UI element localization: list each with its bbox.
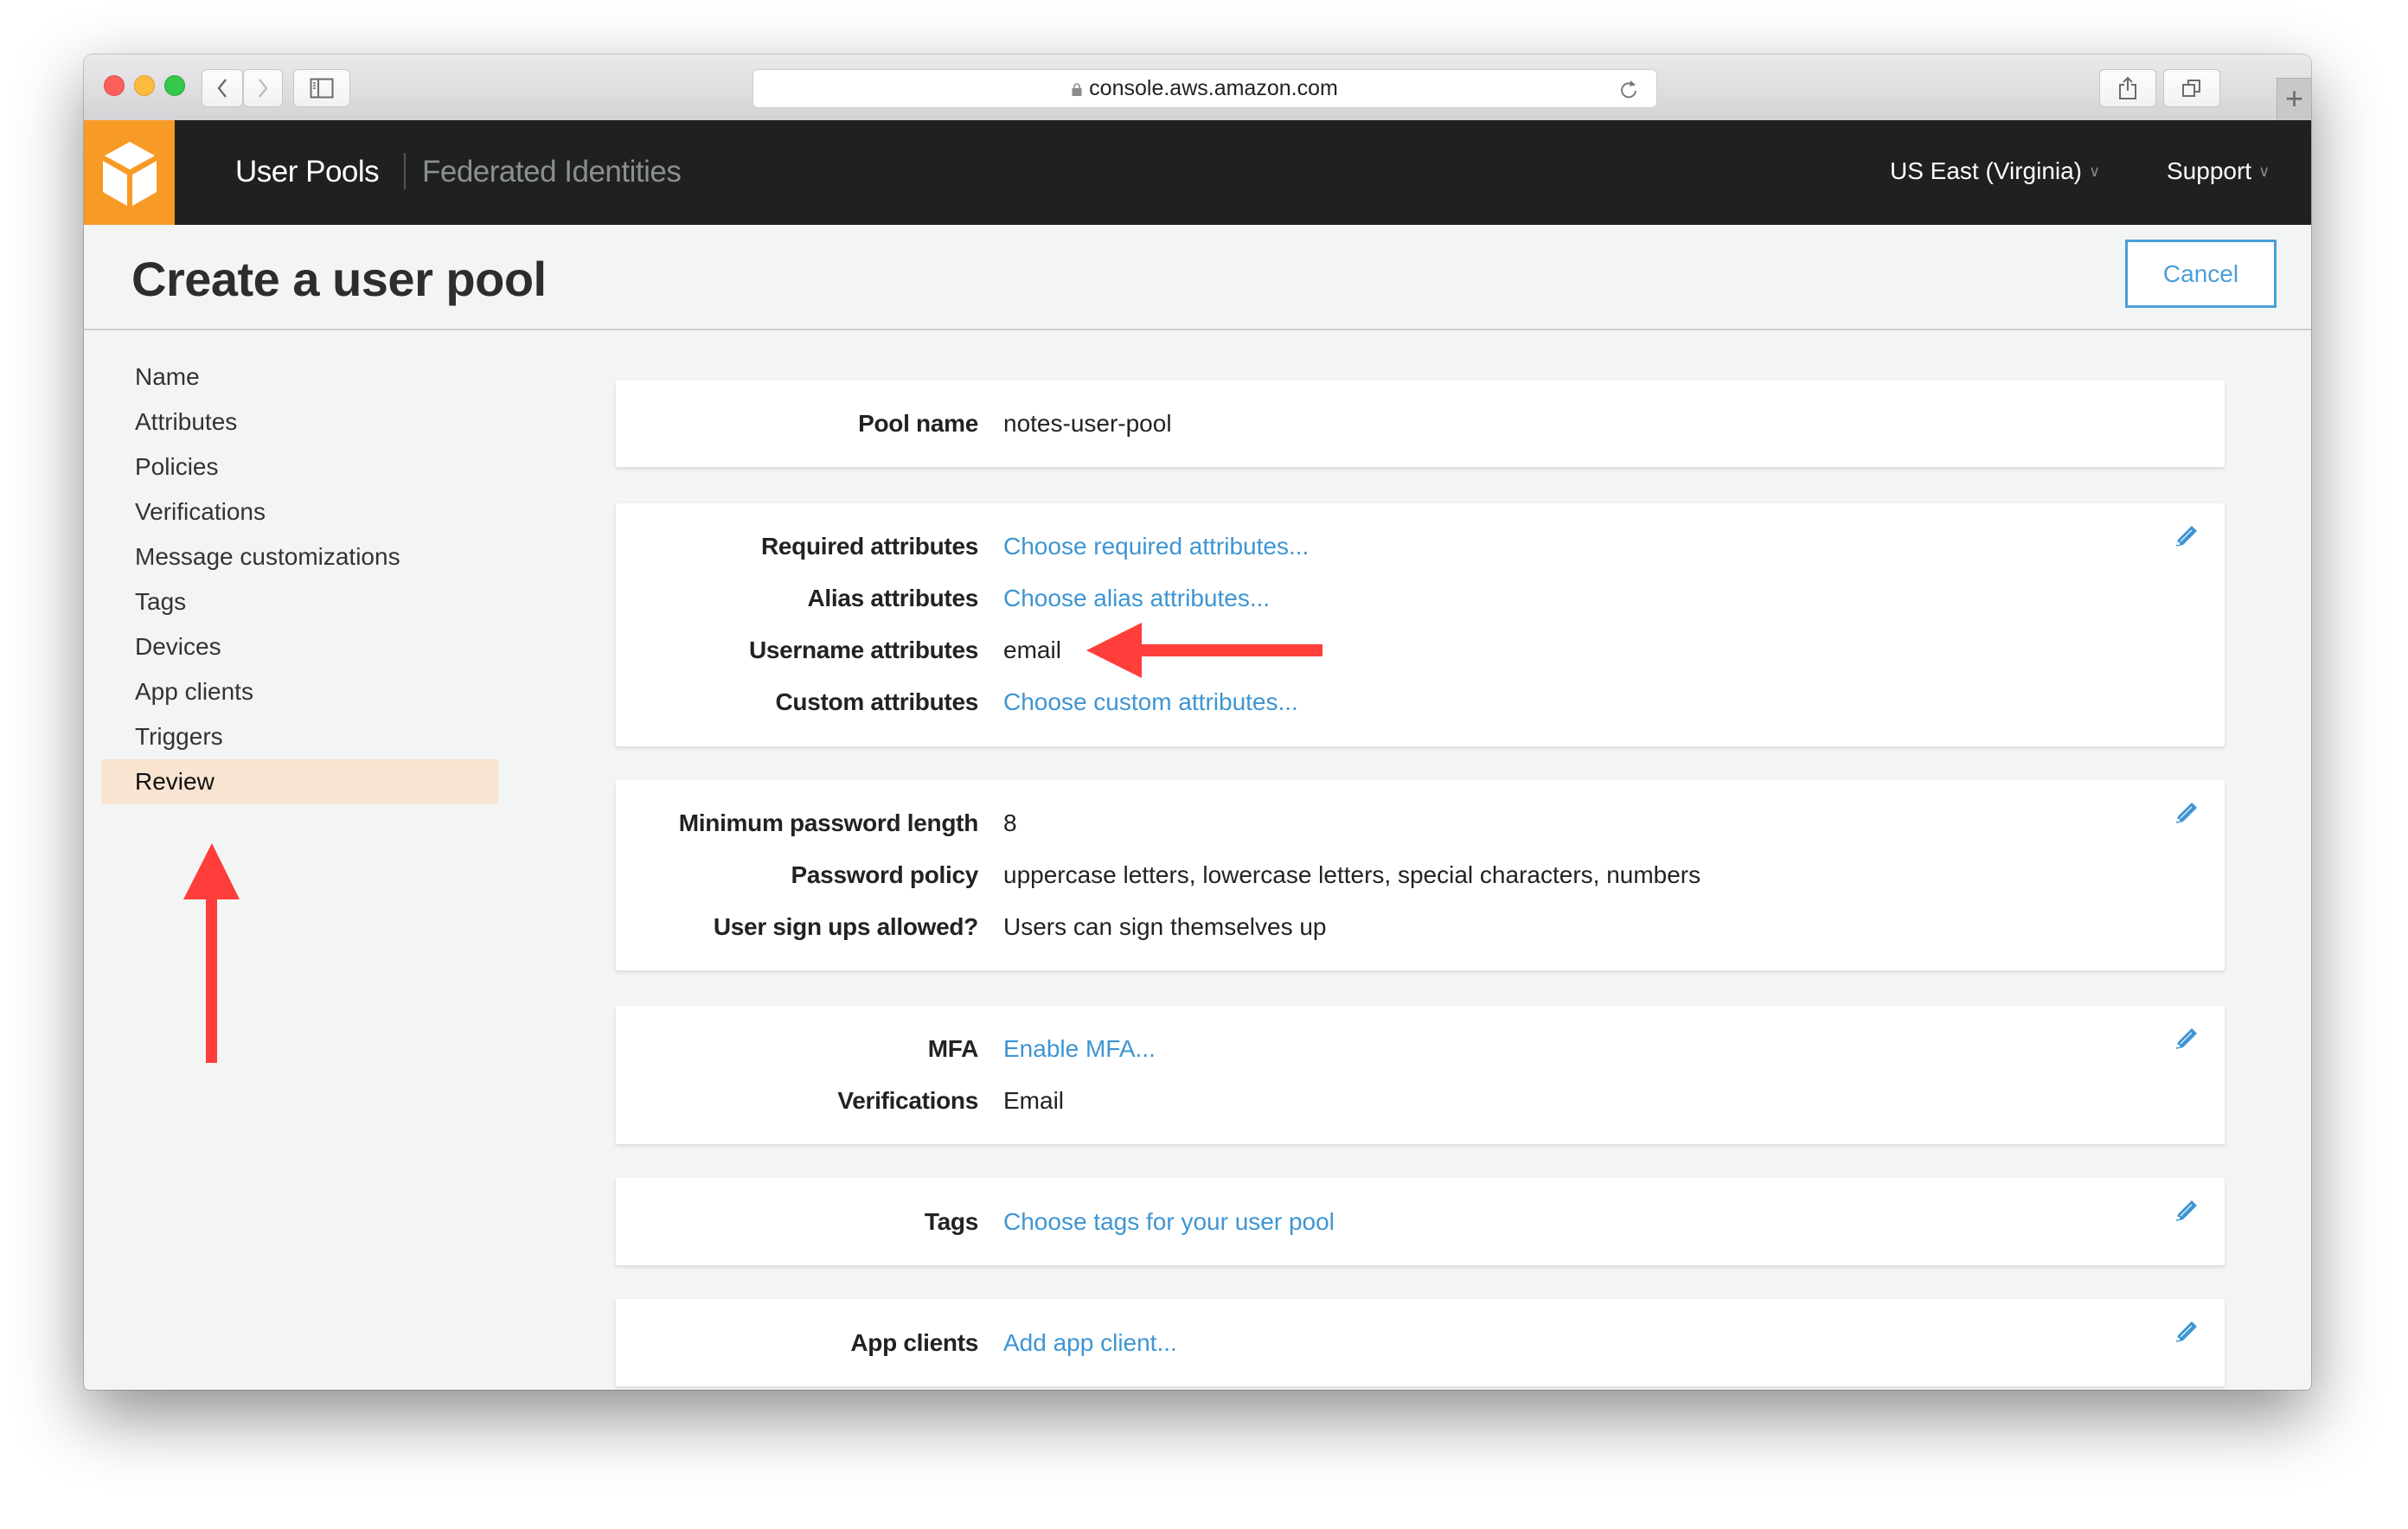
section-attributes: Required attributes Choose required attr… (616, 503, 2225, 746)
detail-row: Password policy uppercase letters, lower… (616, 858, 2225, 892)
detail-label: Username attributes (748, 637, 978, 663)
detail-row: MFA Enable MFA... (616, 1032, 2225, 1066)
sidebar-item-triggers[interactable]: Triggers (101, 714, 498, 759)
detail-value: 8 (1003, 809, 1017, 836)
detail-value: notes-user-pool (1003, 410, 1172, 437)
cancel-button[interactable]: Cancel (2125, 240, 2277, 308)
section-policies: Minimum password length 8 Password polic… (616, 780, 2225, 970)
detail-label: Custom attributes (775, 688, 979, 715)
nav-user-pools[interactable]: User Pools (235, 155, 380, 189)
share-icon (2119, 76, 2136, 99)
chevron-down-icon: ∨ (2089, 162, 2101, 180)
sidebar-item-name[interactable]: Name (101, 355, 498, 400)
choose-custom-attributes-link[interactable]: Choose custom attributes... (1003, 685, 1298, 720)
chevron-right-icon (259, 79, 268, 98)
chevron-left-icon (217, 79, 227, 98)
sidebar-icon (310, 78, 334, 99)
detail-label: Minimum password length (678, 809, 979, 836)
close-window-button[interactable] (104, 75, 125, 96)
detail-label: Verifications (837, 1087, 978, 1114)
nav-federated-identities[interactable]: Federated Identities (422, 155, 682, 189)
detail-row: Custom attributes Choose custom attribut… (616, 685, 2225, 720)
detail-value: uppercase letters, lowercase letters, sp… (1003, 861, 1701, 888)
reload-icon[interactable] (1618, 78, 1639, 100)
app-header: User Pools Federated Identities US East … (84, 120, 2311, 225)
detail-row: Tags Choose tags for your user pool (616, 1205, 2225, 1239)
detail-label: MFA (927, 1035, 979, 1062)
sidebar-item-policies[interactable]: Policies (101, 445, 498, 489)
detail-value: Email (1003, 1087, 1065, 1114)
detail-label: App clients (850, 1329, 978, 1356)
choose-required-attributes-link[interactable]: Choose required attributes... (1003, 529, 1309, 564)
sidebar-item-app-clients[interactable]: App clients (101, 669, 498, 714)
lock-icon (1072, 83, 1082, 96)
detail-label: Tags (924, 1208, 978, 1235)
detail-value: Users can sign themselves up (1003, 913, 1327, 940)
detail-row: App clients Add app client... (616, 1326, 2225, 1360)
region-label: US East (Virginia) (1890, 157, 2083, 184)
sidebar-toggle-button[interactable] (293, 69, 350, 107)
back-button[interactable] (202, 69, 243, 107)
detail-row: Minimum password length 8 (616, 806, 2225, 841)
sidebar-item-review[interactable]: Review (101, 759, 498, 804)
detail-label: User sign ups allowed? (713, 913, 978, 940)
arrow-up-annotation (183, 843, 240, 1063)
detail-label: Password policy (791, 861, 979, 888)
detail-label: Alias attributes (807, 585, 979, 611)
detail-label: Required attributes (760, 533, 978, 560)
detail-row: Required attributes Choose required attr… (616, 529, 2225, 564)
detail-row: Pool name notes-user-pool (616, 406, 2225, 441)
browser-window: console.aws.amazon.com + User Pools Fede… (84, 54, 2311, 1390)
sidebar-item-tags[interactable]: Tags (101, 579, 498, 624)
cube-icon (102, 141, 157, 206)
sidebar-item-devices[interactable]: Devices (101, 624, 498, 669)
choose-tags-link[interactable]: Choose tags for your user pool (1003, 1205, 1335, 1239)
zoom-window-button[interactable] (164, 75, 185, 96)
detail-label: Pool name (858, 410, 978, 437)
add-app-client-link[interactable]: Add app client... (1003, 1326, 1177, 1360)
sidebar-item-message-customizations[interactable]: Message customizations (101, 534, 498, 579)
section-tags: Tags Choose tags for your user pool (616, 1178, 2225, 1265)
sidebar-item-attributes[interactable]: Attributes (101, 400, 498, 445)
detail-value: email (1003, 637, 1061, 663)
support-dropdown[interactable]: Support ∨ (2167, 157, 2270, 185)
aws-logo[interactable] (84, 120, 175, 225)
detail-row: Username attributes email (616, 633, 2225, 668)
detail-row: Verifications Email (616, 1084, 2225, 1118)
choose-alias-attributes-link[interactable]: Choose alias attributes... (1003, 581, 1270, 616)
forward-button[interactable] (243, 69, 283, 107)
chevron-down-icon: ∨ (2258, 162, 2270, 180)
url-text: console.aws.amazon.com (1089, 76, 1338, 100)
nav-separator (404, 153, 406, 189)
section-pool-name: Pool name notes-user-pool (616, 381, 2225, 467)
share-button[interactable] (2099, 69, 2156, 107)
minimize-window-button[interactable] (134, 75, 155, 96)
tabs-icon (2182, 80, 2200, 97)
support-label: Support (2167, 157, 2252, 184)
show-tabs-button[interactable] (2163, 69, 2220, 107)
detail-row: User sign ups allowed? Users can sign th… (616, 910, 2225, 944)
sidebar-item-verifications[interactable]: Verifications (101, 489, 498, 534)
browser-toolbar: console.aws.amazon.com + (84, 54, 2311, 121)
new-tab-button[interactable]: + (2277, 78, 2311, 120)
enable-mfa-link[interactable]: Enable MFA... (1003, 1032, 1156, 1066)
detail-row: Alias attributes Choose alias attributes… (616, 581, 2225, 616)
page-header: Create a user pool Cancel (84, 225, 2311, 330)
section-mfa-verifications: MFA Enable MFA... Verifications Email (616, 1006, 2225, 1144)
region-dropdown[interactable]: US East (Virginia) ∨ (1890, 157, 2100, 185)
page-title: Create a user pool (131, 252, 547, 306)
address-bar[interactable]: console.aws.amazon.com (752, 69, 1657, 108)
section-app-clients: App clients Add app client... (616, 1299, 2225, 1386)
